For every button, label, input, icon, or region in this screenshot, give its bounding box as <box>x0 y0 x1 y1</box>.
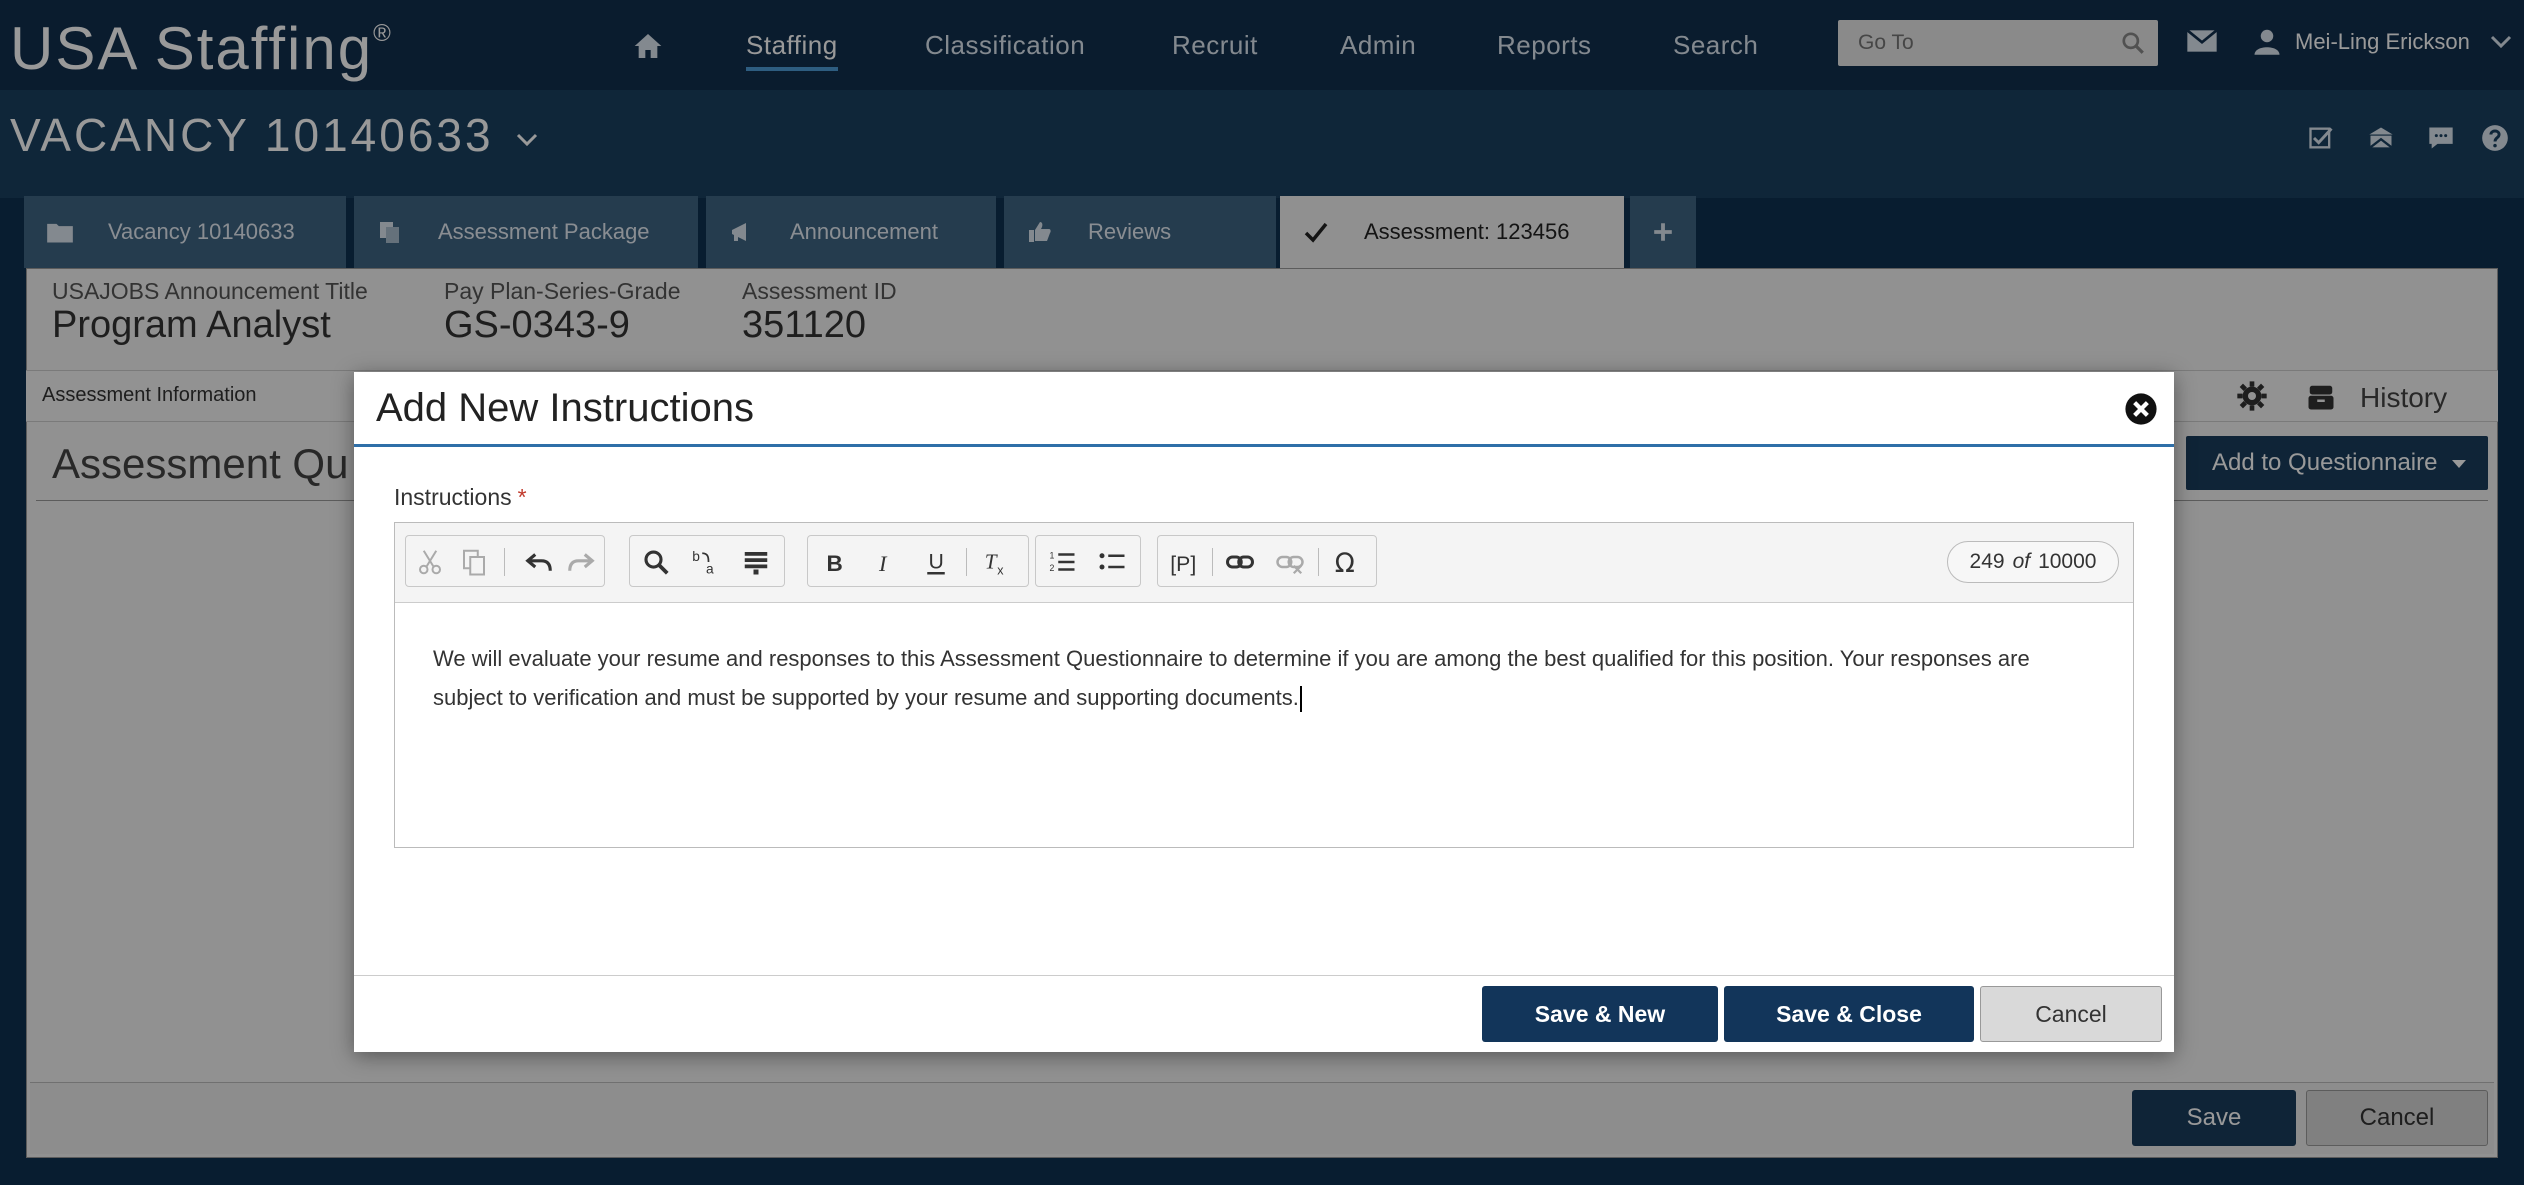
svg-text:1: 1 <box>1050 550 1055 560</box>
bulleted-list-button[interactable] <box>1092 544 1132 580</box>
bulleted-list-icon <box>1099 553 1125 570</box>
svg-text:2: 2 <box>1050 563 1055 573</box>
undo-button[interactable] <box>519 544 559 580</box>
link-icon <box>1226 555 1254 569</box>
copy-icon <box>463 549 485 576</box>
bold-button[interactable]: B <box>814 544 854 580</box>
bold-icon: B <box>827 551 843 576</box>
italic-icon: I <box>878 551 888 576</box>
cut-button[interactable] <box>410 544 450 580</box>
find-replace-icon: ba <box>692 549 714 577</box>
link-button[interactable] <box>1220 544 1260 580</box>
numbered-list-icon: 12 <box>1050 550 1075 573</box>
toolbar-separator <box>966 548 967 576</box>
redo-icon <box>568 553 595 571</box>
remove-format-icon: Tx <box>985 549 1005 578</box>
toolbar-group-format: B I U Tx <box>807 535 1029 587</box>
find-button[interactable] <box>636 544 676 580</box>
unlink-icon <box>1276 555 1304 575</box>
italic-button[interactable]: I <box>864 544 904 580</box>
required-marker: * <box>517 484 527 510</box>
toolbar-separator <box>504 548 505 576</box>
svg-text:Ω: Ω <box>1335 549 1355 577</box>
clear-format-button[interactable]: Tx <box>976 544 1016 580</box>
underline-icon: U <box>927 549 945 575</box>
svg-text:I: I <box>878 551 888 576</box>
dialog-title-rule <box>354 444 2174 447</box>
rich-text-editor: ba B I U Tx 12 [P] Ω 249 of 10000 We wil… <box>394 522 2134 848</box>
svg-text:a: a <box>706 561 714 576</box>
toolbar-separator <box>1318 548 1319 576</box>
toolbar-group-insert: [P] Ω <box>1157 535 1377 587</box>
svg-text:b: b <box>692 549 700 564</box>
replace-button[interactable]: ba <box>686 544 726 580</box>
save-and-close-button[interactable]: Save & Close <box>1724 986 1974 1042</box>
copy-button[interactable] <box>454 544 494 580</box>
dialog-footer-rule <box>354 975 2174 976</box>
placeholder-button[interactable]: [P] <box>1164 544 1204 580</box>
undo-icon <box>525 553 552 571</box>
toolbar-separator <box>1212 548 1213 576</box>
toolbar-group-lists: 12 <box>1035 535 1141 587</box>
editor-toolbar: ba B I U Tx 12 [P] Ω 249 of 10000 <box>395 523 2133 603</box>
dialog-cancel-button[interactable]: Cancel <box>1980 986 2162 1042</box>
svg-text:U: U <box>929 549 944 573</box>
special-character-button[interactable]: Ω <box>1326 544 1366 580</box>
instructions-text-area[interactable]: We will evaluate your resume and respons… <box>395 603 2133 847</box>
select-all-button[interactable] <box>736 544 776 580</box>
instructions-label: Instructions * <box>394 484 527 510</box>
underline-button[interactable]: U <box>916 544 956 580</box>
text-cursor <box>1299 686 1302 713</box>
add-instructions-dialog: Add New Instructions Instructions * ba B… <box>354 372 2174 1052</box>
search-icon <box>644 550 669 575</box>
toolbar-group-history <box>515 535 605 587</box>
redo-button[interactable] <box>561 544 601 580</box>
dialog-title: Add New Instructions <box>376 386 754 430</box>
unlink-button[interactable] <box>1270 544 1310 580</box>
omega-icon: Ω <box>1335 549 1355 577</box>
character-counter: 249 of 10000 <box>1947 541 2119 583</box>
svg-text:B: B <box>827 551 843 576</box>
svg-text:x: x <box>997 564 1004 578</box>
close-icon[interactable] <box>2124 392 2158 426</box>
numbered-list-button[interactable]: 12 <box>1042 544 1082 580</box>
select-all-icon <box>744 552 768 575</box>
save-and-new-button[interactable]: Save & New <box>1482 986 1718 1042</box>
placeholder-icon: [P] <box>1170 552 1196 576</box>
scissors-icon <box>419 550 441 575</box>
svg-text:[P]: [P] <box>1170 552 1196 576</box>
toolbar-group-find: ba <box>629 535 785 587</box>
